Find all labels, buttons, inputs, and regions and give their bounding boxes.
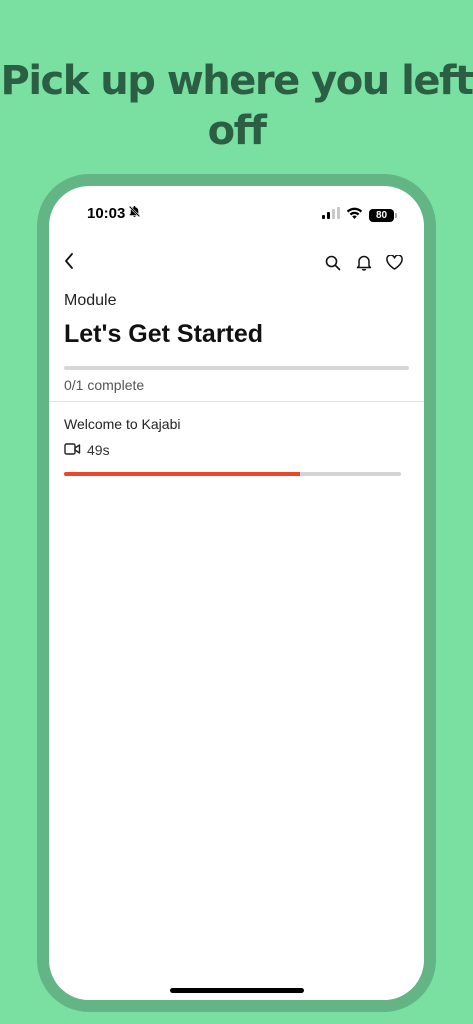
status-bar-indicators: 80 [322,206,397,224]
battery-icon: 80 [369,208,397,222]
divider [49,401,424,402]
favorite-button[interactable] [385,253,404,272]
lesson-item[interactable]: Welcome to Kajabi 49s [64,416,409,458]
module-title: Let's Get Started [64,320,264,348]
lesson-title: Welcome to Kajabi [64,416,181,432]
home-indicator[interactable] [170,988,304,993]
wifi-icon [346,206,363,224]
notifications-button[interactable] [354,253,373,272]
lesson-meta: 49s [64,442,409,458]
search-icon [325,255,340,270]
module-label: Module [64,292,117,309]
bell-slash-icon [128,205,141,222]
signal-icon [322,206,340,224]
app-screen: 10:03 80 Module Let's Get Started 0/1 co… [49,186,424,1000]
headline: Pick up where you left off [0,58,473,154]
lesson-progress-fill [64,472,300,476]
status-bar-time: 10:03 [87,205,141,222]
module-progress-bar [64,366,409,370]
video-icon [64,442,81,458]
lesson-duration: 49s [87,442,110,458]
chevron-left-icon [64,252,74,274]
battery-level: 80 [375,209,388,221]
toolbar-actions [323,253,404,272]
lesson-progress-bar [64,472,401,476]
time-label: 10:03 [87,205,126,222]
heart-icon [386,255,403,270]
module-complete-text: 0/1 complete [64,377,145,393]
search-button[interactable] [323,253,342,272]
bell-icon [356,255,371,271]
back-button[interactable] [61,252,77,274]
